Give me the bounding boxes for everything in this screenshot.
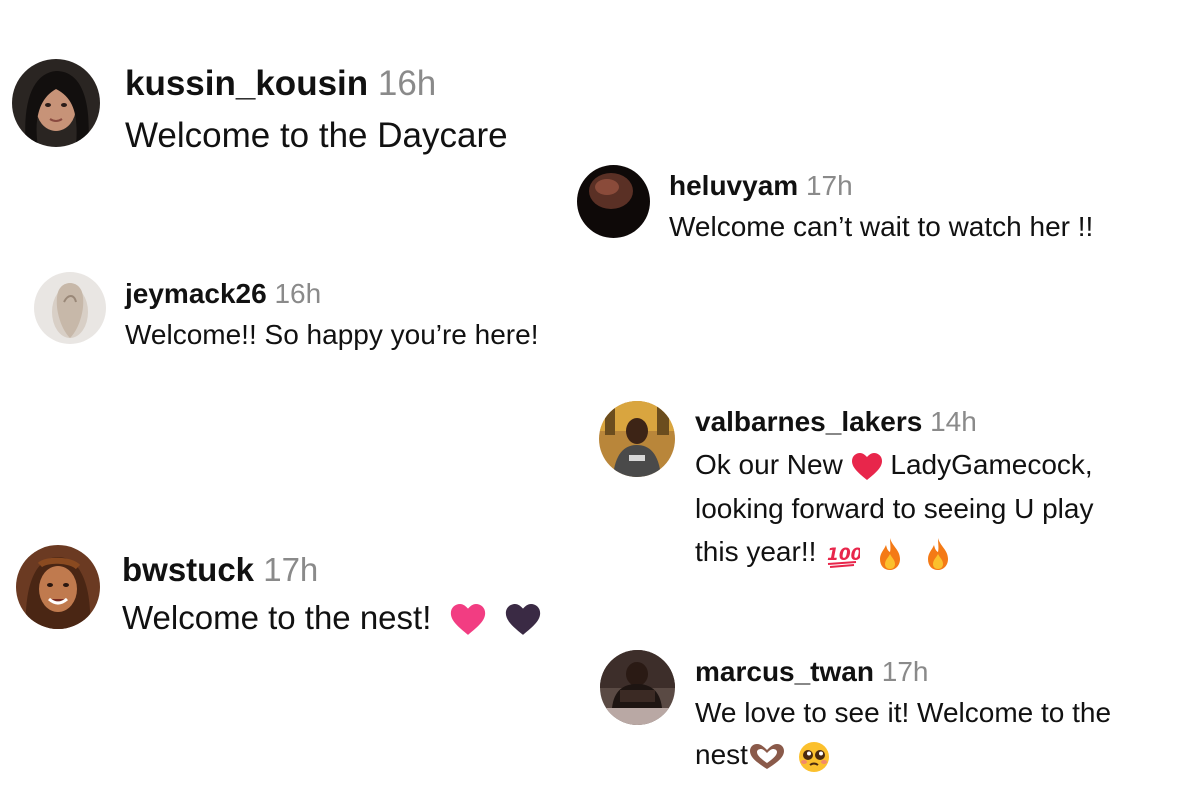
profile-photo-dark-icon bbox=[577, 165, 650, 238]
avatar[interactable] bbox=[577, 165, 650, 238]
purple-heart-icon bbox=[504, 604, 542, 636]
timestamp: 17h bbox=[881, 656, 929, 687]
username[interactable]: valbarnes_lakers bbox=[695, 406, 922, 437]
text-segment: LadyGamecock, bbox=[890, 449, 1093, 480]
text-segment: nest bbox=[695, 739, 748, 770]
comment-header: jeymack26 16h bbox=[125, 278, 321, 310]
profile-photo-light-icon bbox=[34, 272, 106, 344]
comment-header: valbarnes_lakers 14h bbox=[695, 406, 977, 438]
timestamp: 17h bbox=[805, 170, 853, 201]
profile-photo-smiling-icon bbox=[16, 545, 100, 629]
timestamp: 16h bbox=[274, 278, 322, 309]
username[interactable]: kussin_kousin bbox=[125, 64, 368, 103]
pink-heart-icon bbox=[449, 604, 487, 636]
timestamp: 14h bbox=[930, 406, 977, 437]
comment-header: marcus_twan 17h bbox=[695, 656, 928, 688]
comment-text: Welcome can’t wait to watch her !! bbox=[669, 211, 1094, 242]
text-segment: Ok our New bbox=[695, 449, 843, 480]
avatar[interactable] bbox=[12, 59, 100, 147]
fire-icon bbox=[876, 537, 904, 570]
profile-photo-court-icon bbox=[599, 401, 675, 477]
fire-icon bbox=[924, 537, 952, 570]
profile-photo-gym-icon bbox=[600, 650, 675, 725]
avatar[interactable] bbox=[16, 545, 100, 629]
username[interactable]: jeymack26 bbox=[125, 278, 267, 309]
comment-text-line: nest bbox=[695, 739, 830, 773]
comment-text-line: Ok our New LadyGamecock, bbox=[695, 449, 1093, 481]
text-segment: Welcome to the nest! bbox=[122, 599, 432, 636]
heart-hands-icon bbox=[748, 743, 786, 771]
timestamp: 17h bbox=[263, 551, 319, 588]
timestamp: 16h bbox=[377, 64, 437, 103]
avatar[interactable] bbox=[600, 650, 675, 725]
comment-header: kussin_kousin 16h bbox=[125, 64, 436, 104]
comment-text-line: We love to see it! Welcome to the bbox=[695, 697, 1112, 728]
comment-header: bwstuck 17h bbox=[122, 551, 318, 589]
username[interactable]: marcus_twan bbox=[695, 656, 874, 687]
username[interactable]: heluvyam bbox=[669, 170, 798, 201]
text-segment: this year!! bbox=[695, 536, 817, 567]
avatar[interactable] bbox=[599, 401, 675, 477]
avatar[interactable] bbox=[34, 272, 106, 344]
pleading-face-icon bbox=[798, 741, 830, 773]
comment-header: heluvyam 17h bbox=[669, 170, 853, 202]
red-heart-icon bbox=[851, 452, 883, 481]
username[interactable]: bwstuck bbox=[122, 551, 254, 588]
profile-photo-dark-hair-icon bbox=[12, 59, 100, 147]
comment-text: Welcome to the Daycare bbox=[125, 116, 508, 155]
hundred-points-icon: 100 bbox=[826, 540, 860, 568]
comment-text: Welcome!! So happy you’re here! bbox=[125, 319, 539, 350]
comment-text-line: Welcome to the nest! bbox=[122, 599, 542, 637]
comment-text-line: this year!! 100 bbox=[695, 536, 952, 570]
comment-text-line: looking forward to seeing U play bbox=[695, 493, 1094, 524]
